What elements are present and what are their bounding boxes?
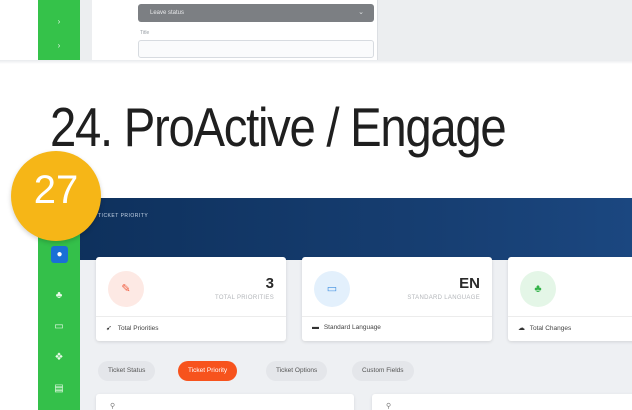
divider	[0, 60, 632, 64]
kpi-card-priorities: ✎ 3 TOTAL PRIORITIES ➹ Total Priorities	[96, 257, 286, 341]
kpi-footer-label: Total Priorities	[117, 325, 159, 332]
divider	[508, 316, 632, 317]
kpi-label: STANDARD LANGUAGE	[407, 295, 480, 301]
tab-custom-fields[interactable]: Custom Fields	[352, 361, 414, 381]
divider	[96, 316, 286, 317]
tab-ticket-status[interactable]: Ticket Status	[98, 361, 156, 381]
app-header: TICKET PRIORITY	[38, 198, 632, 260]
list-icon: ⚲	[110, 403, 116, 410]
title-label: Title	[140, 30, 150, 36]
language-icon: ▭	[314, 271, 350, 307]
status-select-value: Leave status	[150, 10, 185, 16]
chevron-down-icon: ⌄	[358, 9, 364, 16]
kpi-label: TOTAL PRIORITIES	[214, 295, 274, 301]
user-icon[interactable]: ●	[51, 246, 68, 263]
keyboard-icon: ▬	[312, 324, 319, 331]
content-card: ⚲	[96, 394, 354, 410]
document-icon[interactable]: ▤	[51, 381, 67, 397]
exchange-icon: ☁	[518, 325, 525, 332]
inbox-icon[interactable]: ▭	[51, 319, 67, 335]
kpi-value: 3	[265, 275, 274, 292]
app-screenshot: TICKET PRIORITY ● ♣ ▭ ❖ ▤ ✎ 3 TOTAL PRIO…	[38, 198, 632, 410]
form-card: Leave status ⌄ Title	[92, 0, 378, 60]
kpi-footer-label: Standard Language	[323, 324, 381, 331]
list-icon: ⚲	[386, 403, 392, 410]
tab-ticket-priority[interactable]: Ticket Priority	[178, 361, 238, 381]
tab-ticket-options[interactable]: Ticket Options	[266, 361, 328, 381]
kpi-footer: ▬ Standard Language	[312, 324, 381, 331]
exchange-icon: ♣	[520, 271, 556, 307]
kpi-footer: ➹ Total Priorities	[106, 324, 159, 332]
kpi-footer: ☁ Total Changes	[518, 324, 571, 332]
header-title: TICKET PRIORITY	[98, 213, 149, 219]
kpi-card-changes: ♣ ☁ Total Changes	[508, 257, 632, 341]
kpi-card-language: ▭ EN STANDARD LANGUAGE ▬ Standard Langua…	[302, 257, 492, 341]
chat-icon[interactable]: ❖	[51, 350, 67, 366]
tag-icon: ✎	[108, 271, 144, 307]
tag-icon: ➹	[106, 325, 112, 332]
chevron-right-icon[interactable]: ›	[55, 18, 63, 26]
divider	[302, 316, 492, 317]
kpi-value: EN	[459, 275, 480, 292]
content-card: ⚲	[372, 394, 632, 410]
step-number: 27	[33, 168, 79, 212]
sidebar-rail: › ›	[38, 0, 80, 60]
slide: › › Leave status ⌄ Title 24. ProActive /…	[0, 0, 632, 410]
step-number-badge: 27	[11, 151, 101, 241]
page-title: 24. ProActive / Engage	[50, 96, 507, 158]
previous-screenshot: › › Leave status ⌄ Title	[38, 0, 632, 60]
title-input[interactable]	[138, 40, 374, 58]
kpi-footer-label: Total Changes	[529, 325, 572, 332]
chevron-right-icon[interactable]: ›	[55, 42, 63, 50]
people-icon[interactable]: ♣	[51, 288, 67, 304]
status-select[interactable]: Leave status ⌄	[138, 4, 374, 22]
